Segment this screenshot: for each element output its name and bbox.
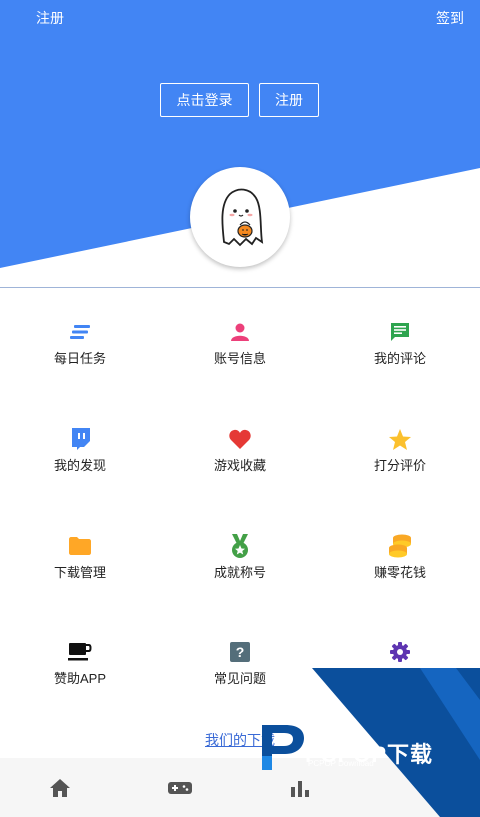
grid-item-my-comments[interactable]: 我的评论 [320,320,480,367]
chart-icon [291,781,309,797]
twitch-icon [68,427,92,451]
grid-item-game-favorites[interactable]: 游戏收藏 [160,427,320,474]
grid-item-achievements[interactable]: 成就称号 [160,534,320,581]
login-button[interactable]: 点击登录 [160,83,249,117]
grid-item-label: 我的评论 [373,351,426,366]
grid-item-label: 赞助APP [53,671,106,686]
nav-home[interactable] [48,776,72,800]
grid-item-label: 常见问题 [213,671,266,686]
grid-item-sponsor-app[interactable]: 赞助APP [0,640,160,687]
grid-item-label: 下载管理 [53,565,106,580]
our-download-link[interactable]: 我们的下载 [205,730,275,750]
medal-icon [228,534,252,558]
star-icon [388,427,412,451]
grid-item-label: 账号信息 [213,351,266,366]
grid-item-download-manager[interactable]: 下载管理 [0,534,160,581]
list-icon [68,320,92,344]
coins-icon [388,534,412,558]
heart-icon [228,427,252,451]
folder-icon [68,534,92,558]
grid-item-earn-money[interactable]: 赚零花钱 [320,534,480,581]
grid-item-label: 每日任务 [53,351,106,366]
grid-item-label: 赚零花钱 [373,565,426,580]
nav-games[interactable] [168,776,192,800]
grid-item-label: 游戏收藏 [213,458,266,473]
profile-header: 注册 签到 点击登录 注册 [0,0,480,288]
comment-icon [388,320,412,344]
register-button[interactable]: 注册 [259,83,319,117]
grid-item-my-discoveries[interactable]: 我的发现 [0,427,160,474]
avatar[interactable] [190,167,290,267]
top-register-link[interactable]: 注册 [36,8,64,28]
coffee-icon [68,640,92,664]
home-icon [50,779,70,797]
gamepad-icon [168,782,192,794]
checkin-link[interactable]: 签到 [436,8,464,28]
user-icon [228,320,252,344]
grid-item-rate-review[interactable]: 打分评价 [320,427,480,474]
grid-item-label: 打分评价 [373,458,426,473]
grid-item-faq[interactable]: ? 常见问题 [160,640,320,687]
grid-item-daily-tasks[interactable]: 每日任务 [0,320,160,367]
header-divider [0,287,480,288]
settings-icon [388,640,412,664]
help-icon: ? [228,640,252,664]
grid-item-account-info[interactable]: 账号信息 [160,320,320,367]
nav-rankings[interactable] [288,776,312,800]
grid-item-settings[interactable] [320,640,480,668]
watermark-subtext: PCPOP Download [308,759,374,768]
grid-item-label: 成就称号 [213,565,266,580]
grid-item-label: 我的发现 [53,458,106,473]
ghost-avatar-icon [221,188,264,247]
svg-text:?: ? [236,644,245,660]
